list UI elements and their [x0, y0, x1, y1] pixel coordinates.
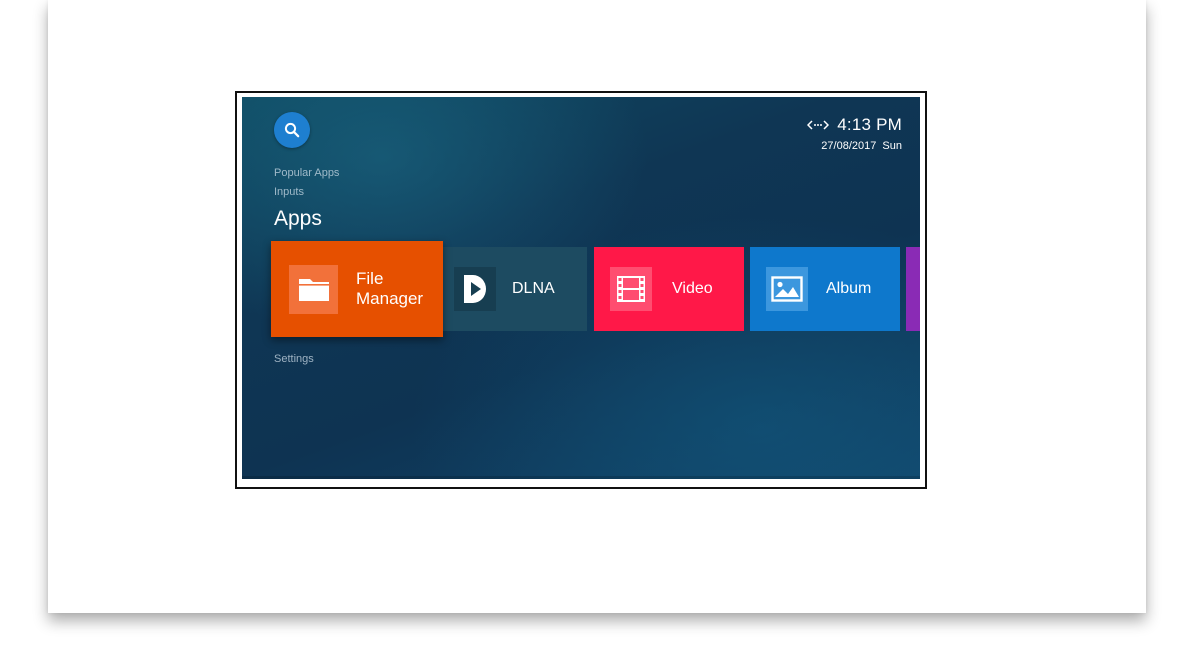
- status-bar: 4:13 PM 27/08/2017 Sun: [807, 115, 902, 152]
- dlna-icon: [454, 267, 496, 311]
- app-tile-dlna[interactable]: DLNA: [442, 247, 587, 331]
- section-title-apps: Apps: [274, 207, 322, 230]
- nav-popular-apps[interactable]: Popular Apps: [274, 167, 339, 179]
- app-tile-next[interactable]: [906, 247, 920, 331]
- app-label-album: Album: [826, 280, 872, 297]
- app-label-file-manager: File Manager: [356, 269, 424, 308]
- day-label: Sun: [882, 140, 902, 152]
- app-tile-file-manager[interactable]: File Manager: [271, 241, 443, 337]
- tv-screen: 4:13 PM 27/08/2017 Sun Popular Apps Inpu…: [242, 97, 920, 479]
- nav-settings[interactable]: Settings: [274, 353, 314, 365]
- date-label: 27/08/2017: [821, 140, 877, 152]
- app-tile-album[interactable]: Album: [750, 247, 900, 331]
- ethernet-icon: [807, 120, 830, 130]
- film-icon: [610, 267, 652, 311]
- app-tile-video[interactable]: Video: [594, 247, 744, 331]
- app-label-dlna: DLNA: [512, 280, 555, 297]
- search-button[interactable]: [274, 112, 310, 148]
- nav-inputs[interactable]: Inputs: [274, 186, 304, 198]
- clock: 4:13 PM: [837, 115, 902, 134]
- search-icon: [284, 122, 300, 138]
- app-label-video: Video: [672, 280, 713, 297]
- image-icon: [766, 267, 808, 311]
- folder-icon: [289, 264, 338, 314]
